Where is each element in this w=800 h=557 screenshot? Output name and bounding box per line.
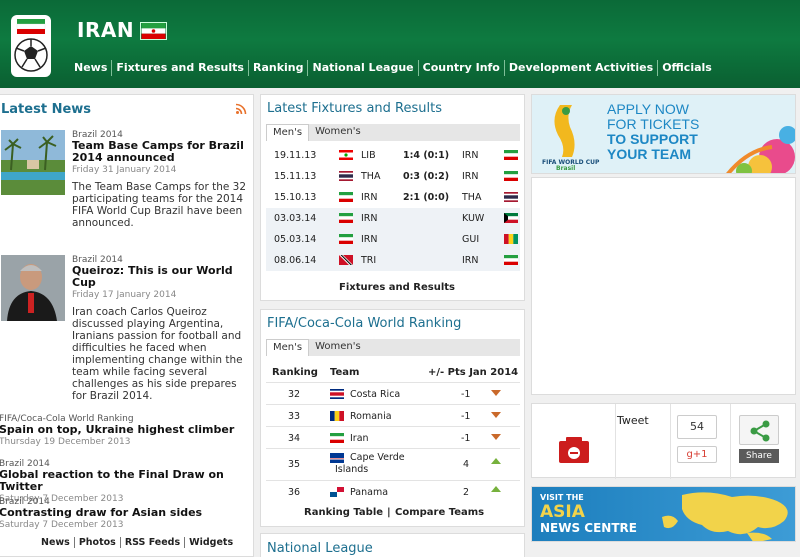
- tickets-banner[interactable]: FIFA WORLD CUP Brasil APPLY NOW FOR TICK…: [531, 94, 796, 174]
- asia-news-centre-banner[interactable]: VISIT THE ASIA NEWS CENTRE: [531, 486, 796, 542]
- news-item[interactable]: Brazil 2014 Queiroz: This is our World C…: [72, 255, 252, 402]
- lebanon-flag-icon: [339, 150, 353, 160]
- nav-news[interactable]: News: [70, 60, 111, 76]
- ranking-row[interactable]: 34 Iran -1: [266, 426, 520, 448]
- footer-link-widgets[interactable]: Widgets: [184, 537, 237, 548]
- gplus-count: 54: [677, 415, 717, 439]
- romania-flag-icon: [330, 411, 344, 421]
- fixtures-title: Latest Fixtures and Results: [267, 101, 442, 116]
- fixtures-tabs: Men's Women's: [266, 124, 520, 141]
- iran-flag-icon: [504, 255, 518, 265]
- footer-link-photos[interactable]: Photos: [73, 537, 120, 548]
- trinidad-flag-icon: [339, 255, 353, 265]
- iran-flag-icon: [339, 213, 353, 223]
- news-item[interactable]: FIFA/Coca-Cola World Ranking Spain on to…: [0, 414, 253, 447]
- trend-down-icon: [491, 412, 501, 418]
- news-excerpt: Iran coach Carlos Queiroz discussed play…: [72, 306, 243, 402]
- nav-fixtures[interactable]: Fixtures and Results: [111, 60, 248, 76]
- federation-logo[interactable]: [11, 15, 51, 77]
- nav-country-info[interactable]: Country Info: [417, 60, 504, 76]
- news-headline[interactable]: Queiroz: This is our World Cup: [72, 265, 252, 289]
- ranking-table-link[interactable]: Ranking Table: [304, 507, 383, 518]
- social-share-panel: Tweet 54 g+1 Share: [531, 403, 796, 479]
- main-nav: News Fixtures and Results Ranking Nation…: [70, 60, 716, 76]
- compare-teams-link[interactable]: Compare Teams: [395, 507, 484, 518]
- fixture-row[interactable]: 15.10.13 IRN 2:1 (0:0) THA: [266, 187, 520, 208]
- tweet-button[interactable]: Tweet: [617, 414, 649, 427]
- ranking-header-rank: Ranking: [272, 367, 318, 378]
- ranking-row[interactable]: 36 Panama 2: [266, 480, 520, 502]
- trend-up-icon: [491, 486, 501, 492]
- fixture-row[interactable]: 05.03.14 IRN GUI: [266, 229, 520, 250]
- news-headline[interactable]: 2014 announced: [72, 152, 252, 164]
- ranking-row[interactable]: 33 Romania -1: [266, 404, 520, 426]
- news-thumbnail-queiroz[interactable]: [1, 255, 65, 321]
- ranking-title: FIFA/Coca-Cola World Ranking: [267, 316, 462, 331]
- tab-fixtures-women[interactable]: Women's: [309, 124, 367, 141]
- ad-placeholder: [531, 177, 796, 395]
- kuwait-flag-icon: [504, 213, 518, 223]
- costa-rica-flag-icon: [330, 389, 344, 399]
- news-excerpt: The Team Base Camps for the 32 participa…: [72, 181, 247, 229]
- cape-verde-flag-icon: [330, 453, 344, 463]
- panama-flag-icon: [330, 487, 344, 497]
- iran-flag-icon: [504, 150, 518, 160]
- share-icon: [750, 420, 770, 442]
- iran-flag-icon: [339, 192, 353, 202]
- news-headline[interactable]: Spain on top, Ukraine highest climber: [0, 424, 253, 436]
- share-button[interactable]: [739, 415, 779, 445]
- ranking-tabs: Men's Women's: [266, 339, 520, 356]
- latest-news-panel: Latest News Brazil 2014 Team Base Camps …: [0, 94, 254, 557]
- iran-flag-icon: [339, 234, 353, 244]
- nav-national-league[interactable]: National League: [307, 60, 417, 76]
- share-label[interactable]: Share: [739, 449, 779, 463]
- country-title: IRAN: [77, 18, 135, 42]
- ranking-row[interactable]: 35 Cape Verde Islands 4: [266, 448, 520, 480]
- footer-link-rss[interactable]: RSS Feeds: [119, 537, 184, 548]
- news-headline[interactable]: Global reaction to the Final Draw on Twi…: [0, 469, 253, 493]
- latest-news-title: Latest News: [1, 102, 92, 117]
- iran-flag-icon: [140, 22, 167, 40]
- fixtures-and-results-link[interactable]: Fixtures and Results: [339, 282, 455, 293]
- gplus-button[interactable]: g+1: [677, 446, 717, 463]
- fixture-row[interactable]: 08.06.14 TRI IRN: [266, 250, 520, 271]
- news-thumbnail-basecamp[interactable]: [1, 130, 65, 195]
- nav-ranking[interactable]: Ranking: [247, 60, 308, 76]
- fixture-row[interactable]: 03.03.14 IRN KUW: [266, 208, 520, 229]
- ranking-panel: FIFA/Coca-Cola World Ranking Men's Women…: [260, 309, 525, 527]
- trend-down-icon: [491, 390, 501, 396]
- iran-flag-icon: [504, 171, 518, 181]
- fixtures-panel: Latest Fixtures and Results Men's Women'…: [260, 94, 525, 301]
- nav-development[interactable]: Development Activities: [503, 60, 657, 76]
- site-header: IRAN News Fixtures and Results Ranking N…: [0, 0, 800, 88]
- news-headline[interactable]: Contrasting draw for Asian sides: [0, 507, 253, 519]
- national-league-panel: National League: [260, 533, 525, 557]
- trend-down-icon: [491, 434, 501, 440]
- tab-ranking-men[interactable]: Men's: [266, 339, 310, 356]
- news-item[interactable]: Brazil 2014 Team Base Camps for Brazil 2…: [72, 130, 252, 229]
- tab-ranking-women[interactable]: Women's: [309, 339, 367, 356]
- tab-fixtures-men[interactable]: Men's: [266, 124, 310, 141]
- fixture-row[interactable]: 19.11.13 LIB 1:4 (0:1) IRN: [266, 145, 520, 166]
- tickets-banner-text: APPLY NOW FOR TICKETS TO SUPPORT YOUR TE…: [607, 101, 700, 162]
- thailand-flag-icon: [504, 192, 518, 202]
- thailand-flag-icon: [339, 171, 353, 181]
- news-footer-links: News Photos RSS Feeds Widgets: [37, 537, 237, 548]
- ranking-header-change: +/- Pts Jan 2014: [428, 367, 519, 378]
- iran-flag-icon: [330, 433, 344, 443]
- fixture-row[interactable]: 15.11.13 THA 0:3 (0:2) IRN: [266, 166, 520, 187]
- ranking-row[interactable]: 32 Costa Rica -1: [266, 382, 520, 404]
- news-item[interactable]: Brazil 2014 Contrasting draw for Asian s…: [0, 497, 253, 530]
- footer-link-news[interactable]: News: [37, 537, 74, 548]
- national-league-title[interactable]: National League: [267, 541, 373, 556]
- broken-plugin-icon: [559, 437, 589, 463]
- trend-up-icon: [491, 458, 501, 464]
- nav-officials[interactable]: Officials: [657, 60, 716, 76]
- ranking-header-team: Team: [330, 367, 360, 378]
- guinea-flag-icon: [504, 234, 518, 244]
- rss-icon[interactable]: [235, 103, 247, 115]
